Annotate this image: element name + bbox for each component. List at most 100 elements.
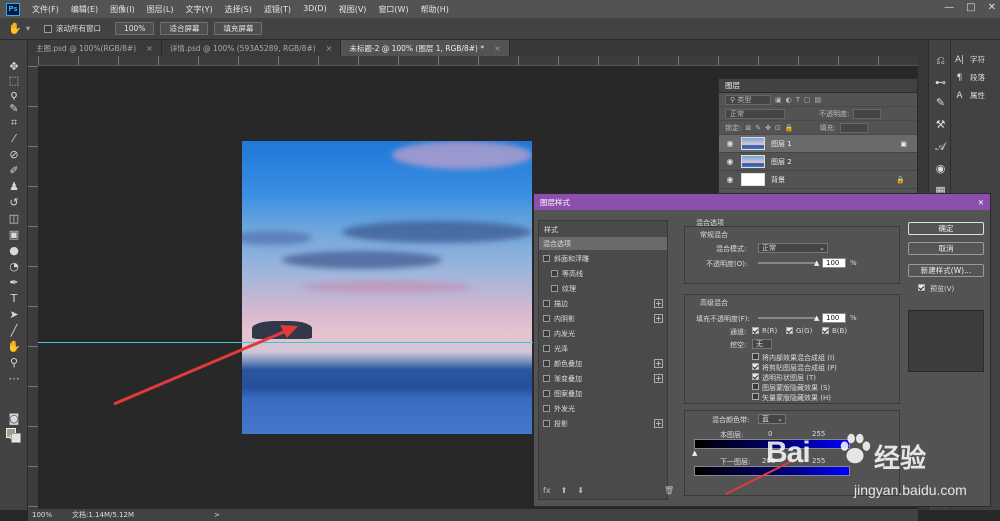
fx-icon[interactable]: fx [543,486,551,495]
style-item[interactable]: 混合选项 [539,237,667,250]
style-checkbox[interactable] [543,330,550,337]
underlying-layer-gradient-bar[interactable] [694,466,850,476]
style-item[interactable]: 内阴影 + [539,312,667,325]
knockout-select[interactable]: 无 [752,339,772,349]
quick-select-tool-icon[interactable]: ✎ [7,102,21,116]
fill-opacity-input[interactable]: 100 [822,313,846,323]
this-layer-gradient-bar[interactable] [694,439,850,449]
horizontal-ruler[interactable] [38,56,918,66]
gradient-tool-icon[interactable]: ▣ [7,228,21,242]
cancel-button[interactable]: 取消 [908,242,984,255]
filter-shape-icon[interactable]: ▢ [804,96,811,104]
menu-item[interactable]: 图像(I) [104,4,141,15]
lock-all-icon[interactable]: 🔒 [785,124,794,132]
tool-presets-icon[interactable]: ⚒ [934,118,947,131]
ok-button[interactable]: 确定 [908,222,984,235]
glyphs-icon[interactable]: 𝒜 [934,140,947,153]
document-tab[interactable]: 主图.psd @ 100%(RGB/8#) × [28,40,162,56]
style-item[interactable]: 纹理 [539,282,667,295]
filter-pixel-icon[interactable]: ▣ [775,96,782,104]
style-item[interactable]: 投影 + [539,417,667,430]
transparency-shapes-checkbox[interactable] [752,373,759,380]
stamp-tool-icon[interactable]: ♟ [7,180,21,194]
panel-tab[interactable]: ¶ 段落 [955,72,985,83]
style-checkbox[interactable] [543,420,550,427]
blur-tool-icon[interactable]: ● [7,244,21,258]
panel-tab[interactable]: A| 字符 [955,54,985,65]
blend-mode-select[interactable]: 正常 ⌄ [758,243,828,253]
status-menu-arrow-icon[interactable]: > [214,511,220,519]
filter-adjust-icon[interactable]: ◐ [786,96,792,104]
style-item[interactable]: 描边 + [539,297,667,310]
tab-close-icon[interactable]: × [146,44,153,53]
color-palette-icon[interactable]: ◉ [934,162,947,175]
style-checkbox[interactable] [543,360,550,367]
style-item[interactable]: 图案叠加 [539,387,667,400]
tab-close-icon[interactable]: × [494,44,501,53]
layer-row[interactable]: ◉ 图层 2 [719,153,917,171]
style-item[interactable]: 斜面和浮雕 [539,252,667,265]
menu-item[interactable]: 视图(V) [333,4,373,15]
trash-icon[interactable]: 🗑 [664,486,674,495]
menu-item[interactable]: 3D(D) [297,4,333,15]
add-style-plus-icon[interactable]: + [654,314,663,323]
blend-interior-checkbox[interactable] [752,353,759,360]
visibility-eye-icon[interactable]: ◉ [725,175,735,184]
menu-item[interactable]: 文件(F) [26,4,65,15]
add-style-plus-icon[interactable]: + [654,359,663,368]
dialog-close-icon[interactable]: ✕ [978,198,984,207]
panel-tab[interactable]: A 属性 [955,90,985,101]
zoom-tool-icon[interactable]: ⚲ [7,356,21,370]
layer-opacity-input[interactable] [853,108,882,119]
quick-mask-icon[interactable]: ◙ [7,412,21,426]
fit-screen-button[interactable]: 适合屏幕 [160,22,209,35]
style-item[interactable]: 等高线 [539,267,667,280]
scroll-all-windows-checkbox[interactable] [44,24,53,33]
tab-close-icon[interactable]: × [326,44,333,53]
preview-checkbox[interactable] [918,284,925,291]
layer-fill-input[interactable] [839,122,868,133]
style-item[interactable]: 渐变叠加 + [539,372,667,385]
channel-r-checkbox[interactable] [752,327,759,334]
style-checkbox[interactable] [551,285,558,292]
minimize-button[interactable]: — [944,2,954,13]
filter-smart-icon[interactable]: ▤ [815,96,822,104]
tool-preset-chevron-icon[interactable]: ▾ [26,24,30,33]
blend-clipped-checkbox[interactable] [752,363,759,370]
path-select-tool-icon[interactable]: ➤ [7,308,21,322]
filter-type-icon[interactable]: T [796,96,800,104]
style-checkbox[interactable] [543,300,550,307]
pen-tool-icon[interactable]: ✒ [7,276,21,290]
style-item[interactable]: 颜色叠加 + [539,357,667,370]
vertical-ruler[interactable] [28,66,38,509]
style-item[interactable]: 外发光 [539,402,667,415]
crop-tool-icon[interactable]: ⌗ [7,116,21,130]
adjust-icon[interactable]: ⊷ [934,76,947,89]
fill-screen-button[interactable]: 填充屏幕 [214,22,263,35]
menu-item[interactable]: 选择(S) [219,4,258,15]
style-item[interactable]: 内发光 [539,327,667,340]
document-tab[interactable]: 详情.psd @ 100% (593A5289, RGB/8#) × [161,40,342,56]
dodge-tool-icon[interactable]: ◔ [7,260,21,274]
brush-tool-icon[interactable]: ✐ [7,164,21,178]
visibility-eye-icon[interactable]: ◉ [725,157,735,166]
lock-artboard-icon[interactable]: ⊡ [775,124,781,132]
layer-blend-mode-select[interactable]: 正常 [725,108,785,119]
new-style-button[interactable]: 新建样式(W)... [908,264,984,277]
lock-image-icon[interactable]: ✎ [755,124,761,132]
layer-mask-hides-checkbox[interactable] [752,383,759,390]
channel-g-checkbox[interactable] [786,327,793,334]
menu-item[interactable]: 帮助(H) [415,4,455,15]
style-checkbox[interactable] [543,315,550,322]
history-brush-icon[interactable]: ↺ [7,196,21,210]
more-tools-icon[interactable]: ⋯ [7,372,21,386]
type-tool-icon[interactable]: T [7,292,21,306]
menu-item[interactable]: 窗口(W) [372,4,414,15]
eraser-tool-icon[interactable]: ◫ [7,212,21,226]
slider-handle-icon[interactable]: ▲ [814,259,819,267]
ruler-origin[interactable] [28,56,38,66]
line-tool-icon[interactable]: ╱ [7,324,21,338]
style-checkbox[interactable] [543,405,550,412]
marquee-tool-icon[interactable]: ⬚ [7,74,21,88]
hand-tool-icon[interactable]: ✋ [7,340,21,354]
